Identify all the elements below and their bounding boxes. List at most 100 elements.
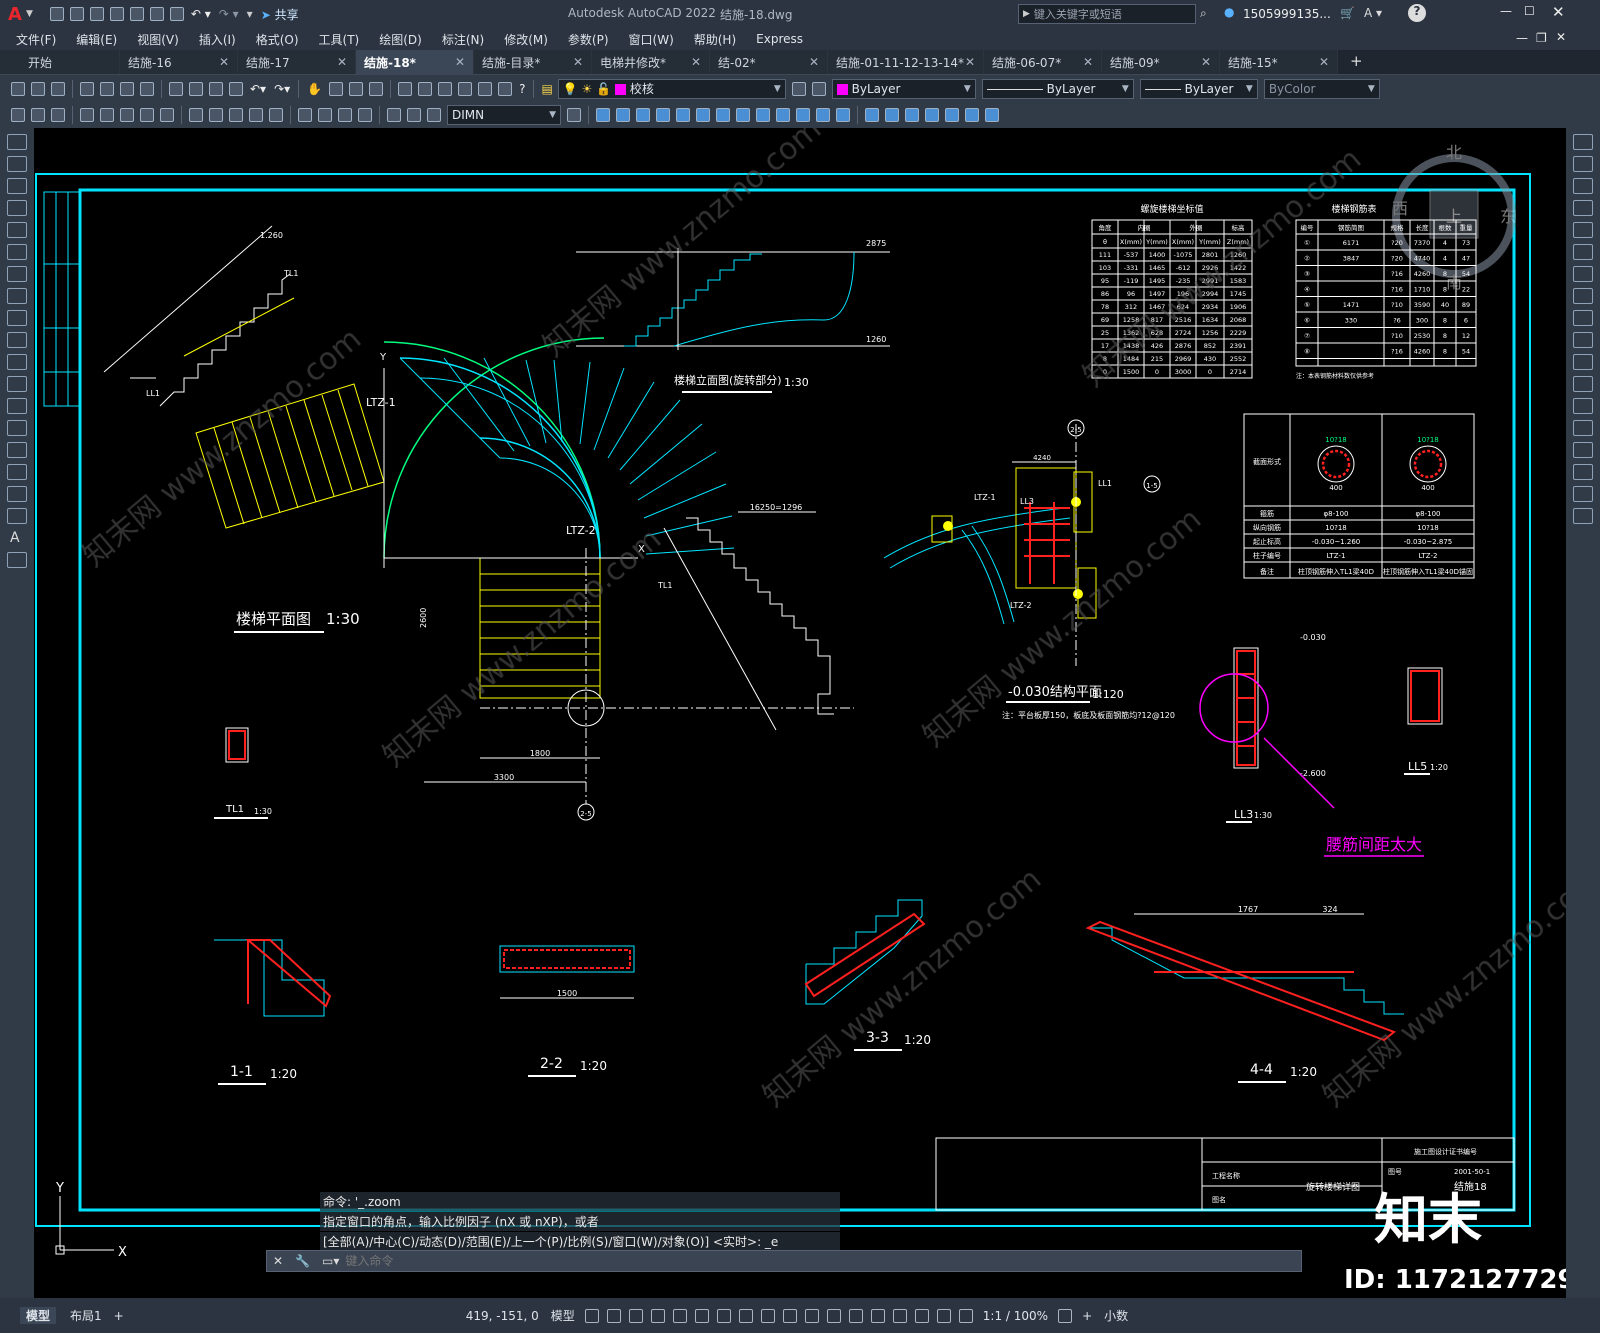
cone-icon[interactable] [656, 108, 670, 122]
chamfer-icon[interactable] [1573, 442, 1593, 458]
break-icon[interactable] [1573, 398, 1593, 414]
ellipse-icon[interactable] [7, 332, 27, 348]
mirror-icon[interactable] [1573, 178, 1593, 194]
ortho-icon[interactable] [672, 1308, 687, 1323]
revcloud-icon[interactable] [7, 288, 27, 304]
close-icon[interactable]: ✕ [273, 1254, 283, 1268]
extend-icon[interactable] [1573, 354, 1593, 370]
helix-icon[interactable] [736, 108, 750, 122]
menu-dimension[interactable]: 标注(N) [432, 31, 494, 48]
torus-icon[interactable] [696, 108, 710, 122]
design-center-icon[interactable] [418, 81, 433, 96]
cart-icon[interactable]: 🛒 [1340, 6, 1355, 20]
workspace-gear-icon[interactable] [1058, 1308, 1073, 1323]
dim-break-icon[interactable] [269, 108, 283, 122]
auto-scale-icon[interactable] [958, 1308, 973, 1323]
add-selected-icon[interactable] [7, 552, 27, 568]
tab-start[interactable]: 开始 [0, 50, 120, 74]
polyline-icon[interactable] [7, 178, 27, 194]
grid-icon[interactable] [584, 1308, 599, 1323]
layer-previous-icon[interactable] [811, 81, 826, 96]
dim-angular-icon[interactable] [160, 108, 174, 122]
viewcube-east[interactable]: 东 [1500, 207, 1516, 226]
match-properties-icon[interactable] [229, 81, 243, 96]
doc-minimize-icon[interactable]: — [1516, 31, 1528, 45]
tab-close-icon[interactable]: ✕ [1319, 55, 1329, 69]
dim-update-icon[interactable] [427, 108, 441, 122]
viewcube[interactable]: 北 南 东 西 上 [1392, 143, 1516, 292]
cut-icon[interactable] [169, 81, 183, 96]
plotstyle-dropdown[interactable]: ByColor ▼ [1263, 78, 1380, 99]
make-current-icon[interactable] [791, 81, 806, 96]
jogged-linear-icon[interactable] [358, 108, 372, 122]
help-icon[interactable]: ? [519, 82, 525, 96]
tab-close-icon[interactable]: ✕ [1201, 55, 1211, 69]
rectangle-icon[interactable] [7, 222, 27, 238]
copy-icon[interactable] [189, 81, 203, 96]
tab-file[interactable]: 结施-16 ✕ [120, 50, 238, 74]
move-icon[interactable] [1573, 244, 1593, 260]
save-icon[interactable] [89, 7, 104, 21]
box-icon[interactable] [596, 108, 610, 122]
dim-linear-icon[interactable] [11, 108, 25, 122]
dim-jogged-icon[interactable] [120, 108, 134, 122]
menu-insert[interactable]: 插入(I) [189, 31, 246, 48]
3d-rotate-icon[interactable] [945, 108, 959, 122]
color-dropdown[interactable]: ByLayer ▼ [831, 78, 976, 99]
point-icon[interactable] [7, 420, 27, 436]
scale-icon[interactable] [1573, 288, 1593, 304]
sphere-icon[interactable] [636, 108, 650, 122]
menu-draw[interactable]: 绘图(D) [369, 31, 432, 48]
gizmo-icon[interactable] [914, 1308, 929, 1323]
save-as-icon[interactable] [109, 7, 124, 21]
customize-icon[interactable]: 🔧 [295, 1254, 310, 1268]
region-icon[interactable] [7, 486, 27, 502]
loft-icon[interactable] [836, 108, 850, 122]
preview-icon[interactable] [100, 81, 114, 96]
tab-file[interactable]: 结-02* ✕ [710, 50, 828, 74]
center-mark-icon[interactable] [318, 108, 332, 122]
new-tab-button[interactable]: + [1338, 50, 1375, 74]
share-button[interactable]: ➤ 共享 [261, 6, 299, 23]
construction-line-icon[interactable] [7, 156, 27, 172]
viewcube-west[interactable]: 西 [1392, 199, 1408, 218]
close-icon[interactable]: ✕ [1552, 3, 1565, 21]
publish-icon[interactable] [120, 81, 134, 96]
units-dropdown[interactable]: 小数 [1098, 1307, 1134, 1324]
properties-icon[interactable] [398, 81, 413, 96]
extrude-icon[interactable] [756, 108, 770, 122]
tab-file[interactable]: 结施-15* ✕ [1220, 50, 1338, 74]
annotation-monitor-icon[interactable]: + [1076, 1309, 1098, 1323]
make-block-icon[interactable] [7, 398, 27, 414]
layer-dropdown[interactable]: 💡 ☀ 🔓 校核 ▼ [557, 78, 786, 99]
dim-aligned-icon[interactable] [31, 108, 45, 122]
blend-icon[interactable] [1573, 486, 1593, 502]
lineweight-dropdown[interactable]: ByLayer ▼ [1139, 78, 1258, 99]
erase-icon[interactable] [1573, 134, 1593, 150]
wedge-icon[interactable] [676, 108, 690, 122]
revolve-icon[interactable] [816, 108, 830, 122]
tab-close-icon[interactable]: ✕ [691, 55, 701, 69]
osnap-tracking-icon[interactable] [738, 1308, 753, 1323]
dimstyle-dropdown[interactable]: DIMN ▼ [447, 105, 561, 125]
menu-format[interactable]: 格式(O) [246, 31, 309, 48]
osnap-icon[interactable] [760, 1308, 775, 1323]
tab-file[interactable]: 结施-09* ✕ [1102, 50, 1220, 74]
stretch-icon[interactable] [1573, 310, 1593, 326]
app-menu-chevron-icon[interactable]: ▼ [26, 9, 33, 19]
paste-icon[interactable] [209, 81, 223, 96]
subtract-icon[interactable] [885, 108, 899, 122]
redo-icon[interactable]: ↷ ▾ [219, 7, 239, 21]
quickcalc-icon[interactable] [498, 81, 513, 96]
pyramid-icon[interactable] [716, 108, 730, 122]
user-icon[interactable]: ● [1224, 5, 1234, 19]
dim-arc-icon[interactable] [51, 108, 65, 122]
annotation-visibility-icon[interactable] [936, 1308, 951, 1323]
3d-align-icon[interactable] [965, 108, 979, 122]
menu-modify[interactable]: 修改(M) [494, 31, 558, 48]
doc-restore-icon[interactable]: ❐ [1536, 31, 1547, 45]
array-icon[interactable] [1573, 222, 1593, 238]
plot-icon[interactable] [169, 7, 184, 21]
spline-icon[interactable] [7, 310, 27, 326]
open-web-icon[interactable] [129, 7, 144, 21]
